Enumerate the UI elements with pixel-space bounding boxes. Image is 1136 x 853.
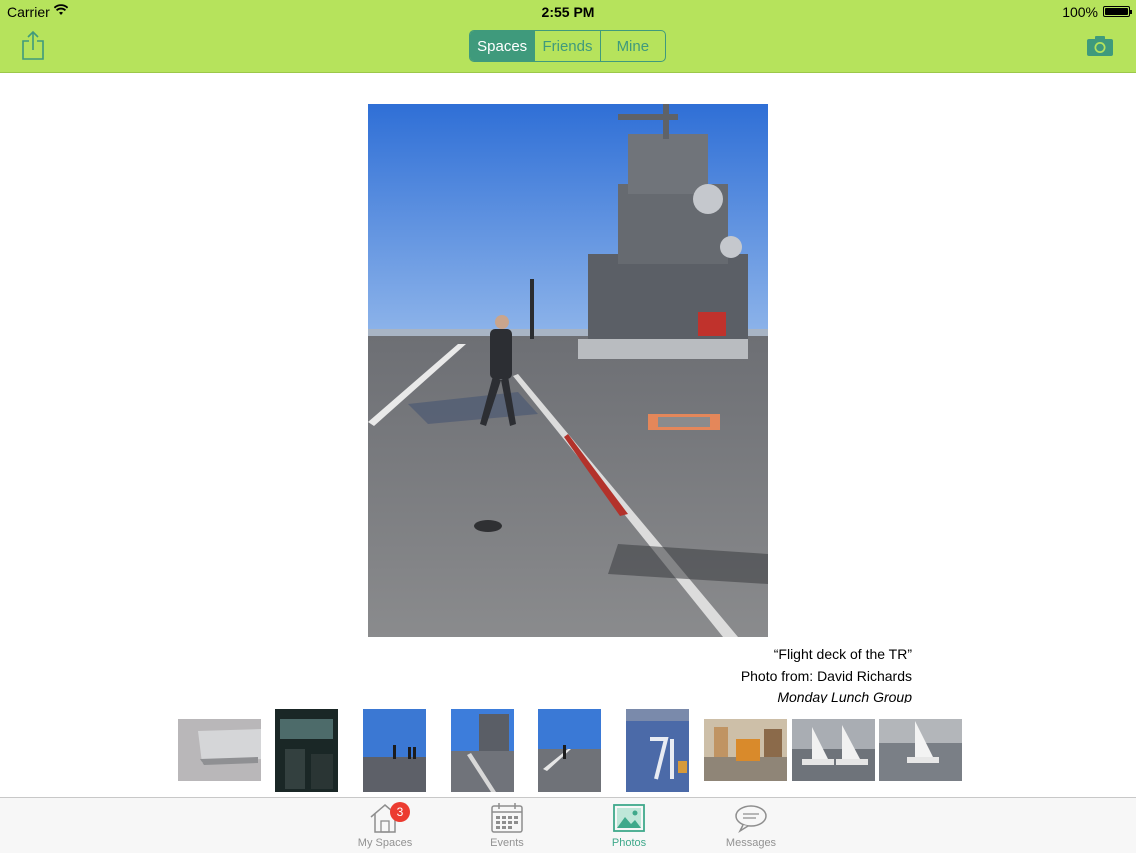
tab-label: Messages — [725, 837, 777, 849]
thumbnail[interactable] — [704, 719, 787, 781]
tab-label: Photos — [611, 837, 647, 849]
thumbnail-image — [363, 709, 426, 792]
thumbnail-image — [451, 709, 514, 792]
photo-title: “Flight deck of the TR” — [773, 646, 912, 662]
thumbnail-image — [538, 709, 601, 792]
thumbnail-image — [792, 719, 875, 781]
top-bar: Carrier 2:55 PM 100% Spaces Friends Mine — [0, 0, 1136, 73]
tab-label: My Spaces — [357, 837, 413, 849]
main-photo[interactable] — [368, 104, 768, 637]
thumbnail[interactable] — [879, 719, 962, 781]
thumbnail[interactable] — [451, 709, 514, 792]
flight-deck-image — [368, 104, 768, 637]
tab-bar: 3 My Spaces Events Photos Messages — [0, 797, 1136, 853]
notification-badge: 3 — [390, 802, 410, 822]
thumbnail-image — [626, 709, 689, 792]
thumbnail-image — [879, 719, 962, 781]
messages-icon — [735, 805, 767, 834]
share-icon[interactable] — [20, 30, 46, 60]
thumbnail[interactable] — [538, 709, 601, 792]
thumbnail[interactable] — [792, 719, 875, 781]
tab-label: Events — [490, 837, 524, 849]
battery-icon — [1103, 6, 1132, 17]
thumbnail-image — [704, 719, 787, 781]
segment-friends[interactable]: Friends — [535, 31, 601, 61]
thumbnail[interactable] — [275, 709, 338, 792]
status-time: 2:55 PM — [541, 4, 595, 20]
segmented-control: Spaces Friends Mine — [469, 30, 666, 62]
photo-author: Photo from: David Richards — [740, 668, 912, 684]
battery-percent: 100% — [1062, 4, 1098, 20]
segment-spaces[interactable]: Spaces — [470, 31, 536, 61]
tab-messages[interactable]: Messages — [706, 802, 796, 852]
tab-my-spaces[interactable]: 3 My Spaces — [340, 802, 430, 852]
thumbnail-image — [178, 719, 261, 781]
thumbnail[interactable] — [178, 719, 261, 781]
thumbnail-image — [275, 709, 338, 792]
tab-events[interactable]: Events — [462, 802, 552, 852]
camera-icon[interactable] — [1086, 35, 1114, 57]
photo-group: Monday Lunch Group — [777, 689, 912, 703]
tab-photos[interactable]: Photos — [584, 802, 674, 852]
calendar-icon — [491, 803, 523, 833]
segment-mine[interactable]: Mine — [601, 31, 665, 61]
thumbnail[interactable] — [626, 709, 689, 792]
status-bar: Carrier 2:55 PM 100% — [0, 0, 1136, 24]
thumbnail[interactable] — [363, 709, 426, 792]
photos-icon — [613, 804, 645, 832]
